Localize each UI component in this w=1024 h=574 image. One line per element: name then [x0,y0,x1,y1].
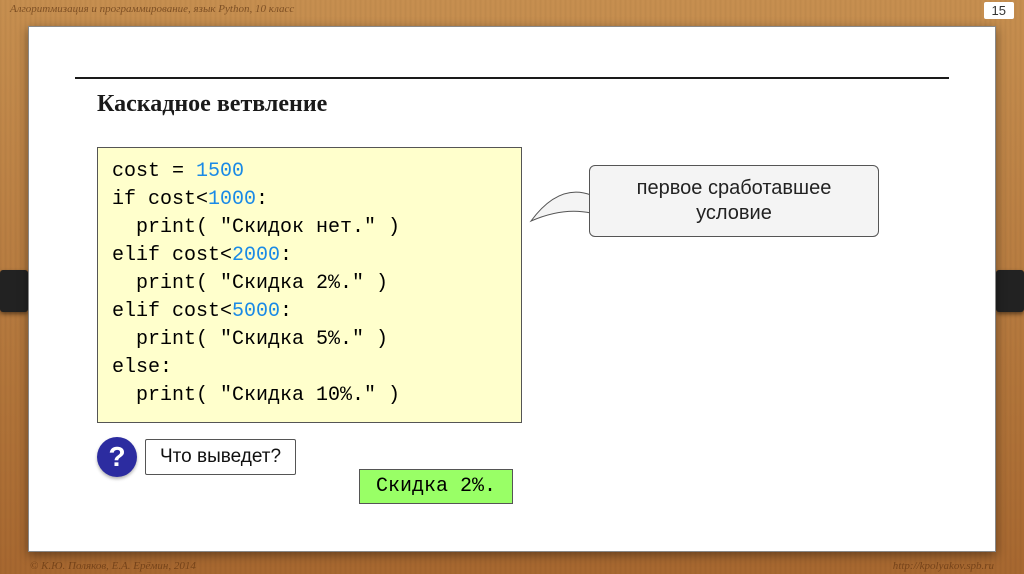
question-mark-icon: ? [97,437,137,477]
code-line: elif cost<5000: [112,298,507,326]
code-block: cost = 1500 if cost<1000: print( "Скидок… [97,147,522,423]
question-row: ? Что выведет? [97,437,296,477]
binder-clip-right [996,270,1024,312]
code-line: if cost<1000: [112,186,507,214]
slide-title: Каскадное ветвление [97,91,327,118]
footer-copyright: © К.Ю. Поляков, Е.А. Ерёмин, 2014 [30,560,196,572]
code-line: print( "Скидка 10%." ) [112,382,507,410]
breadcrumb: Алгоритмизация и программирование, язык … [10,3,294,15]
slide-frame: Каскадное ветвление cost = 1500 if cost<… [28,26,996,552]
binder-clip-left [0,270,28,312]
answer-output: Скидка 2%. [359,469,513,504]
code-line: print( "Скидка 5%." ) [112,326,507,354]
code-line: elif cost<2000: [112,242,507,270]
code-line: cost = 1500 [112,158,507,186]
code-line: print( "Скидок нет." ) [112,214,507,242]
callout-note: первое сработавшее условие [589,165,879,237]
page-number: 15 [984,2,1014,19]
footer-bar: © К.Ю. Поляков, Е.А. Ерёмин, 2014 http:/… [0,560,1024,572]
footer-url: http://kpolyakov.spb.ru [893,560,994,572]
code-line: print( "Скидка 2%." ) [112,270,507,298]
header-bar: Алгоритмизация и программирование, язык … [0,0,1024,18]
question-label: Что выведет? [145,439,296,475]
code-line: else: [112,354,507,382]
slide-content: Каскадное ветвление cost = 1500 if cost<… [47,37,977,541]
title-divider [75,77,949,79]
